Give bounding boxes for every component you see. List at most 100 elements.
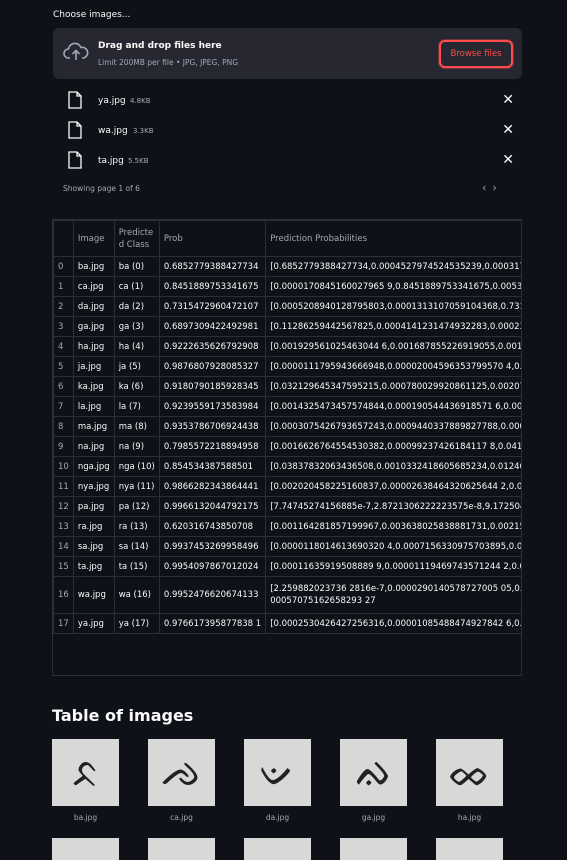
predicted-class-cell: ga (3) xyxy=(113,316,160,337)
image-cell: ka.jpg xyxy=(72,376,115,397)
column-header-image[interactable]: Image xyxy=(72,220,115,257)
table-row: 4 ha.jpg ha (4) 0.9222635626792908 [0.001929… xyxy=(53,336,521,357)
dropzone-title: Drag and drop files here xyxy=(98,41,222,51)
probabilities-cell: [0.0014325473457574844,0.000190544436918… xyxy=(265,396,521,417)
row-index: 15 xyxy=(53,556,74,577)
row-index: 0 xyxy=(53,256,74,277)
prob-cell: 0.9876807928085327 xyxy=(158,356,267,377)
pagination-text: Showing page 1 of 6 xyxy=(63,184,140,193)
row-index: 2 xyxy=(53,296,74,317)
gallery-title: Table of images xyxy=(52,706,194,725)
gallery-image: ᨖ xyxy=(436,739,503,806)
gallery-image xyxy=(340,838,407,860)
image-cell: ta.jpg xyxy=(72,556,115,577)
image-cell: ma.jpg xyxy=(72,416,115,437)
gallery-image: ᨌ xyxy=(148,739,215,806)
row-index: 3 xyxy=(53,316,74,337)
file-size: 3.3KB xyxy=(133,127,154,135)
table-row: 3 ga.jpg ga (3) 0.6897309422492981 [0.112862… xyxy=(53,316,521,337)
gallery-image xyxy=(148,838,215,860)
column-header-prediction-probabilities[interactable]: Prediction Probabilities xyxy=(265,220,521,257)
row-index: 5 xyxy=(53,356,74,377)
predicted-class-cell: na (9) xyxy=(113,436,160,457)
image-cell: wa.jpg xyxy=(72,576,115,614)
prob-cell: 0.620316743850708 xyxy=(158,516,267,537)
predicted-class-cell: ra (13) xyxy=(113,516,160,537)
row-index: 10 xyxy=(53,456,74,477)
file-dropzone[interactable]: Drag and drop files here Limit 200MB per… xyxy=(53,28,522,79)
row-index: 14 xyxy=(53,536,74,557)
file-name: ya.jpg xyxy=(98,96,126,106)
prob-cell: 0.9952476620674133 xyxy=(158,576,267,614)
gallery-caption: da.jpg xyxy=(265,813,290,822)
probabilities-cell: [7.74745274156885e-7,2.8721306222223575e… xyxy=(265,496,521,517)
image-cell: ha.jpg xyxy=(72,336,115,357)
remove-file-icon[interactable]: ✕ xyxy=(502,122,514,138)
gallery-image xyxy=(52,838,119,860)
prob-cell: 0.7985572218894958 xyxy=(158,436,267,457)
predicted-class-cell: nga (10) xyxy=(113,456,160,477)
image-cell: pa.jpg xyxy=(72,496,115,517)
probabilities-cell: [0.0000118014613690320 4,0.0007156330975… xyxy=(265,536,521,557)
predicted-class-cell: da (2) xyxy=(113,296,160,317)
gallery-caption: ca.jpg xyxy=(170,813,193,822)
uploaded-file-item: ta.jpg 5.5KB ✕ xyxy=(68,151,514,171)
predictions-table[interactable]: Image Predicted Class Prob Prediction Pr… xyxy=(52,219,522,676)
row-index: 6 xyxy=(53,376,74,397)
predicted-class-cell: pa (12) xyxy=(113,496,160,517)
row-index: 9 xyxy=(53,436,74,457)
probabilities-cell: [0.0000111795943666948,0.000020045963537… xyxy=(265,356,521,377)
column-header-predicted-class[interactable]: Predicted Class xyxy=(113,220,160,257)
file-size: 5.5KB xyxy=(128,157,149,165)
gallery-image: ᨁ xyxy=(340,739,407,806)
prob-cell: 0.9239559173583984 xyxy=(158,396,267,417)
table-row: 13 ra.jpg ra (13) 0.620316743850708 [0.00116… xyxy=(53,516,521,537)
file-icon xyxy=(68,91,82,109)
probabilities-cell: [0.002020458225160837,0.0000263846432062… xyxy=(265,476,521,497)
probabilities-cell: [0.00011635919508889 9,0.000011194697435… xyxy=(265,556,521,577)
predicted-class-cell: ya (17) xyxy=(113,613,160,634)
uploaded-file-item: ya.jpg 4.8KB ✕ xyxy=(68,91,514,111)
prob-cell: 0.9966132044792175 xyxy=(158,496,267,517)
image-cell: ca.jpg xyxy=(72,276,115,297)
gallery-caption: ga.jpg xyxy=(361,813,386,822)
remove-file-icon[interactable]: ✕ xyxy=(502,152,514,168)
prob-cell: 0.976617395877838 1 xyxy=(158,613,267,634)
predicted-class-cell: la (7) xyxy=(113,396,160,417)
gallery-image: ᨉ xyxy=(244,739,311,806)
row-index: 7 xyxy=(53,396,74,417)
predicted-class-cell: ka (6) xyxy=(113,376,160,397)
column-header-prob[interactable]: Prob xyxy=(158,220,267,257)
table-row: 7 la.jpg la (7) 0.9239559173583984 [0.001432… xyxy=(53,396,521,417)
prob-cell: 0.9222635626792908 xyxy=(158,336,267,357)
next-page-button[interactable]: › xyxy=(492,181,502,194)
file-icon xyxy=(68,121,82,139)
uploader-label: Choose images... xyxy=(53,10,131,20)
upload-cloud-icon xyxy=(63,42,89,60)
gallery-caption: ha.jpg xyxy=(457,813,482,822)
prob-cell: 0.8451889753341675 xyxy=(158,276,267,297)
prob-cell: 0.9180790185928345 xyxy=(158,376,267,397)
browse-files-button[interactable]: Browse files xyxy=(439,40,513,68)
predicted-class-cell: wa (16) xyxy=(113,576,160,614)
probabilities-cell: [0.032129645347595215,0.0007800299208611… xyxy=(265,376,521,397)
prob-cell: 0.9353786706924438 xyxy=(158,416,267,437)
gallery-image: ᨅ xyxy=(52,739,119,806)
column-header-index xyxy=(53,220,74,257)
prev-page-button[interactable]: ‹ xyxy=(482,181,492,194)
gallery-image xyxy=(436,838,503,860)
prob-cell: 0.7315472960472107 xyxy=(158,296,267,317)
table-row: 14 sa.jpg sa (14) 0.9937453269958496 [0.0000… xyxy=(53,536,521,557)
image-cell: ja.jpg xyxy=(72,356,115,377)
image-cell: nya.jpg xyxy=(72,476,115,497)
file-name: wa.jpg xyxy=(98,126,128,136)
image-cell: ba.jpg xyxy=(72,256,115,277)
table-row: 17 ya.jpg ya (17) 0.976617395877838 1 [0.000… xyxy=(53,613,521,634)
remove-file-icon[interactable]: ✕ xyxy=(502,92,514,108)
predicted-class-cell: nya (11) xyxy=(113,476,160,497)
table-row: 16 wa.jpg wa (16) 0.9952476620674133 [2.2598… xyxy=(53,576,521,614)
probabilities-cell: [0.03837832063436508,0.00103324186056852… xyxy=(265,456,521,477)
table-row: 5 ja.jpg ja (5) 0.9876807928085327 [0.000011… xyxy=(53,356,521,377)
table-row: 12 pa.jpg pa (12) 0.9966132044792175 [7.7474… xyxy=(53,496,521,517)
table-row: 8 ma.jpg ma (8) 0.9353786706924438 [0.000307… xyxy=(53,416,521,437)
